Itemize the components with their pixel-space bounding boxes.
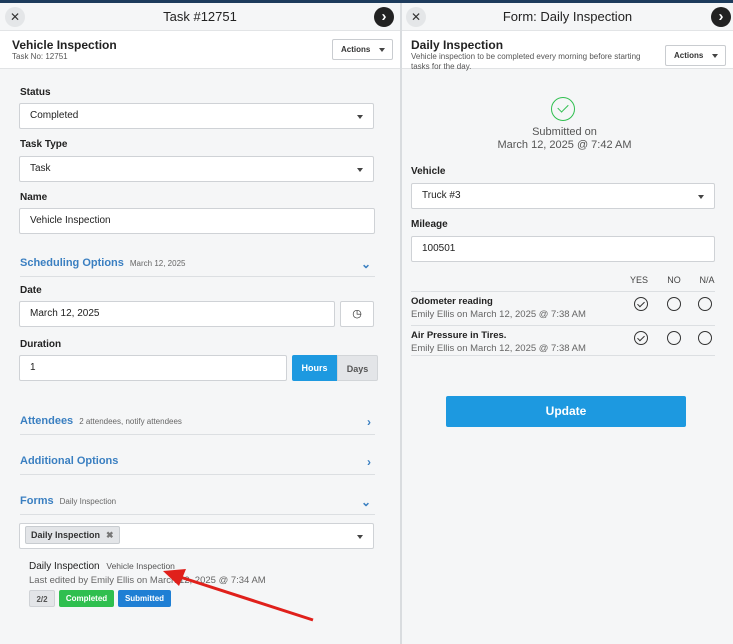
annotation-arrow [163,569,314,622]
